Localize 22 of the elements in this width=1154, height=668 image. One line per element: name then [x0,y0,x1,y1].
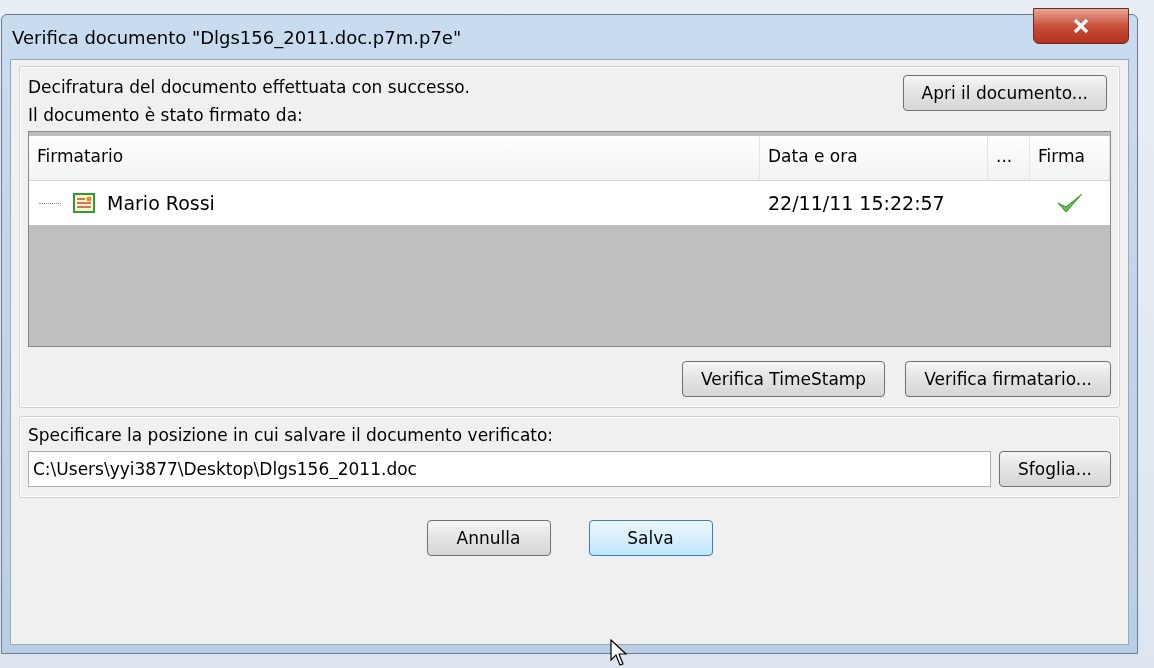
open-document-button[interactable]: Apri il documento... [902,75,1107,111]
path-field[interactable]: C:\Users\yyi3877\Desktop\Dlgs156_2011.doc [28,451,991,487]
close-button[interactable] [1033,8,1129,44]
browse-button[interactable]: Sfoglia... [998,451,1111,487]
column-header[interactable]: Data e ora [760,136,988,180]
dialog-button[interactable]: Annulla [426,520,551,556]
close-icon [1072,18,1090,34]
column-header[interactable]: ... [988,136,1030,180]
column-header[interactable]: Firma [1030,136,1110,180]
certificate-icon [73,193,95,213]
save-location-label: Specificare la posizione in cui salvare il documento verificato: [28,425,555,445]
signer-row[interactable]: Mario Rossi 22/11/11 15:22:57 [29,181,1110,225]
signer-name: Mario Rossi [107,192,215,214]
signed-by-label: Il documento è stato firmato da: [28,105,304,125]
verify-button[interactable]: Verifica TimeStamp [681,361,886,397]
verify-button[interactable]: Verifica firmatario... [905,361,1111,397]
datetime-cell-text: 22/11/11 15:22:57 [767,192,946,214]
cursor-icon [610,639,628,667]
window-title: Verifica documento "Dlgs156_2011.doc.p7m.p7e" [11,26,462,48]
dialog-button[interactable]: Salva [588,520,713,556]
success-message: Decifratura del documento effettuata con successo. [28,77,470,97]
column-header[interactable]: Firmatario [29,136,760,180]
